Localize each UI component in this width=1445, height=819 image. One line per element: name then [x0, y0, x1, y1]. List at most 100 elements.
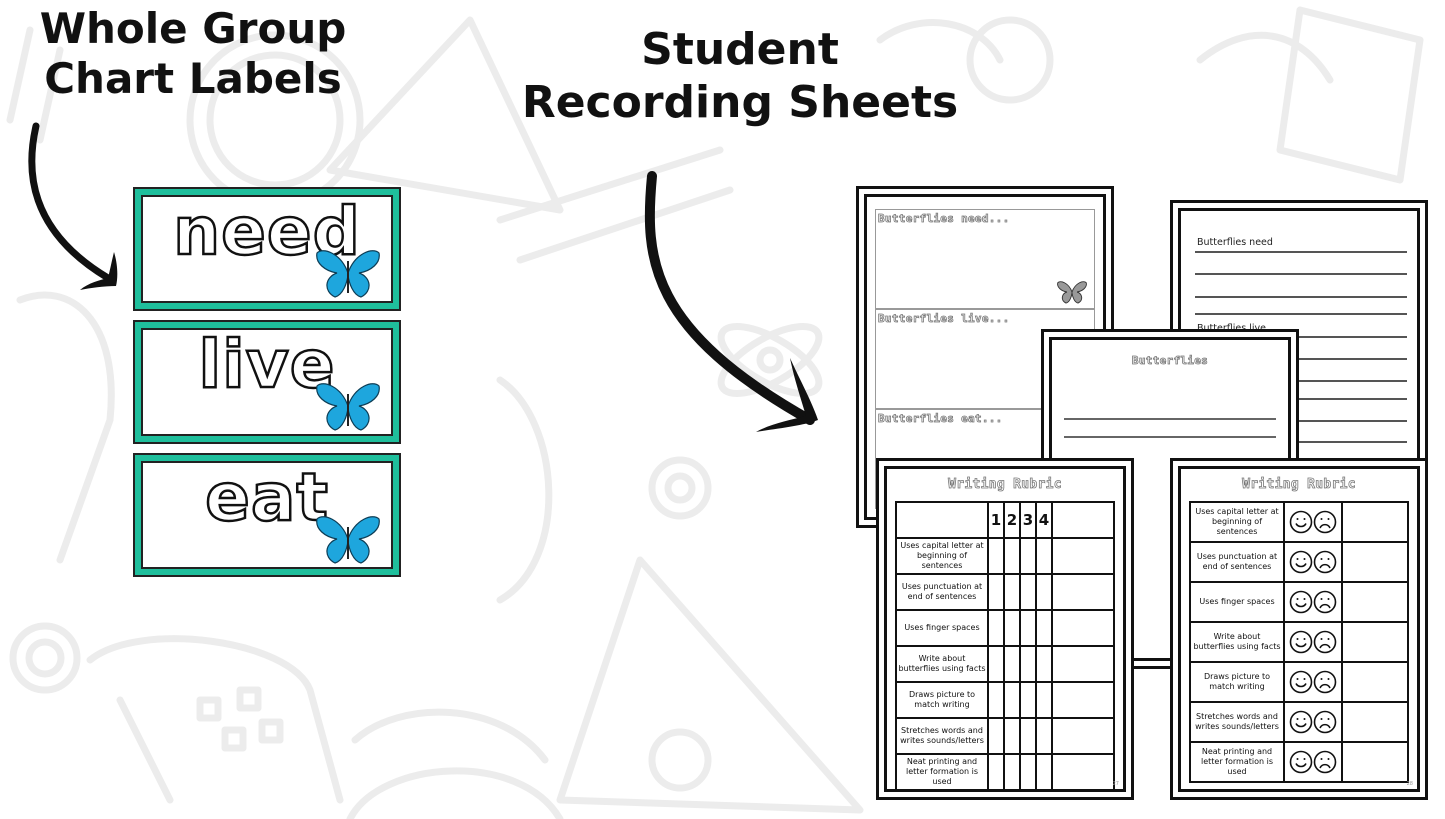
table-header-row: 1 2 3 4: [895, 501, 1115, 539]
smiley-face-icon: [1289, 750, 1313, 774]
smiley-face-icon: [1289, 550, 1313, 574]
notes-cell: [1341, 621, 1409, 663]
notes-cell: [1341, 501, 1409, 543]
curved-arrow-right-icon: [644, 171, 818, 432]
frowny-face-icon: [1313, 670, 1337, 694]
prompt-label: Butterflies live...: [878, 312, 1010, 326]
rubric-title: Writing Rubric: [948, 477, 1062, 493]
chart-labels-heading: Whole Group Chart Labels: [18, 4, 368, 105]
smiley-face-icon: [1289, 670, 1313, 694]
writing-line: [1195, 296, 1407, 298]
writing-line: [1195, 313, 1407, 315]
table-row: Uses finger spaces: [895, 609, 1115, 647]
circle-doodle-icon: [648, 456, 712, 520]
table-row: Draws picture to match writing: [895, 681, 1115, 719]
faces-cell: [1283, 701, 1343, 743]
smiley-face-icon: [1289, 630, 1313, 654]
table-row: Write about butterflies using facts: [1189, 621, 1409, 663]
criterion-cell: Uses capital letter at beginning of sent…: [895, 537, 989, 575]
faces-cell: [1283, 541, 1343, 583]
card-inner: eat: [141, 461, 393, 569]
rubric-table: Uses capital letter at beginning of sent…: [1189, 501, 1409, 783]
butterfly-icon: [316, 383, 380, 431]
writing-rubric-numbers: Writing Rubric 1 2 3 4 Uses capital lett…: [876, 458, 1134, 800]
frowny-face-icon: [1313, 710, 1337, 734]
table-row: Uses punctuation at end of sentences: [895, 573, 1115, 611]
card-inner: need: [141, 195, 393, 303]
notes-cell: [1341, 741, 1409, 783]
writing-line: [1195, 273, 1407, 275]
curved-arrow-left-icon: [28, 122, 118, 290]
faces-cell: [1283, 501, 1343, 543]
criterion-cell: Write about butterflies using facts: [895, 645, 989, 683]
frowny-face-icon: [1313, 510, 1337, 534]
writing-line: [1064, 436, 1276, 438]
globe-doodle-icon: [346, 708, 564, 819]
sheet-frame: Writing Rubric 1 2 3 4 Uses capital lett…: [884, 466, 1126, 792]
prompt-label: Butterflies eat...: [878, 412, 1003, 426]
heading-line: Recording Sheets: [521, 76, 959, 128]
table-row: Stretches words and writes sounds/letter…: [895, 717, 1115, 755]
prompt-label: Butterflies need: [1197, 237, 1273, 248]
criteria-header-cell: [895, 501, 989, 539]
table-row: Write about butterflies using facts: [895, 645, 1115, 683]
butterfly-icon: [316, 250, 380, 298]
criterion-cell: Uses capital letter at beginning of sent…: [1189, 501, 1285, 543]
criterion-cell: Draws picture to match writing: [1189, 661, 1285, 703]
page-number: 27: [1112, 781, 1119, 787]
faces-cell: [1283, 741, 1343, 783]
frowny-face-icon: [1313, 750, 1337, 774]
frowny-face-icon: [1313, 550, 1337, 574]
calculator-right-doodle-icon: [1276, 6, 1424, 184]
notes-cell: [1341, 541, 1409, 583]
table-row: Stretches words and writes sounds/letter…: [1189, 701, 1409, 743]
chart-label-card-live: live: [133, 320, 401, 444]
writing-rubric-faces: Writing Rubric Uses capital letter at be…: [1170, 458, 1428, 800]
writing-line: [1064, 418, 1276, 420]
writing-line: [1195, 251, 1407, 253]
page-number: 28: [1406, 781, 1413, 787]
table-row: Uses punctuation at end of sentences: [1189, 541, 1409, 583]
faces-cell: [1283, 621, 1343, 663]
recording-sheets-heading: Student Recording Sheets: [510, 24, 970, 130]
notes-cell: [1341, 661, 1409, 703]
rubric-table: 1 2 3 4 Uses capital letter at beginning…: [895, 501, 1115, 791]
heading-line: Whole Group: [39, 4, 347, 53]
table-row: Neat printing and letter formation is us…: [1189, 741, 1409, 783]
heading-line: Student: [641, 24, 839, 75]
table-row: Neat printing and letter formation is us…: [895, 753, 1115, 791]
card-inner: live: [141, 328, 393, 436]
chart-label-card-need: need: [133, 187, 401, 311]
table-row: Draws picture to match writing: [1189, 661, 1409, 703]
prompt-label: Butterflies need...: [878, 212, 1010, 226]
table-row: Uses finger spaces: [1189, 581, 1409, 623]
smiley-face-icon: [1289, 710, 1313, 734]
target-doodle-icon: [9, 622, 81, 694]
notes-cell: [1051, 501, 1115, 539]
rubric-title: Writing Rubric: [1242, 477, 1356, 493]
criterion-cell: Stretches words and writes sounds/letter…: [1189, 701, 1285, 743]
butterfly-icon: [316, 516, 380, 564]
prompt-box: Butterflies need...: [875, 209, 1095, 309]
smiley-face-icon: [1289, 510, 1313, 534]
score-header: 1: [987, 501, 1005, 539]
sheet-frame: Writing Rubric Uses capital letter at be…: [1178, 466, 1420, 792]
criterion-cell: Draws picture to match writing: [895, 681, 989, 719]
sheet-title: Butterflies: [1131, 354, 1209, 368]
basketball-doodle-icon: [496, 376, 553, 604]
faces-cell: [1283, 661, 1343, 703]
score-header: 3: [1019, 501, 1037, 539]
chart-label-card-eat: eat: [133, 453, 401, 577]
triangle-doodle-icon: [556, 556, 864, 814]
criterion-cell: Uses punctuation at end of sentences: [895, 573, 989, 611]
frowny-face-icon: [1313, 630, 1337, 654]
criterion-cell: Neat printing and letter formation is us…: [1189, 741, 1285, 783]
score-header: 2: [1003, 501, 1021, 539]
frowny-face-icon: [1313, 590, 1337, 614]
criterion-cell: Stretches words and writes sounds/letter…: [895, 717, 989, 755]
criterion-cell: Uses finger spaces: [1189, 581, 1285, 623]
notes-cell: [1341, 581, 1409, 623]
criterion-cell: Uses finger spaces: [895, 609, 989, 647]
table-row: Uses capital letter at beginning of sent…: [895, 537, 1115, 575]
heading-line: Chart Labels: [44, 54, 342, 104]
